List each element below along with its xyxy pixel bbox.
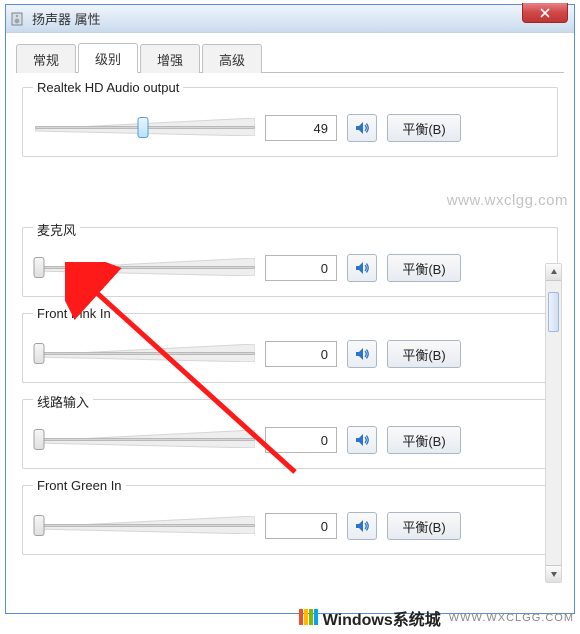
tab-enhancements[interactable]: 增强: [140, 44, 200, 73]
titlebar: 扬声器 属性: [6, 5, 574, 33]
scroll-down-arrow[interactable]: [546, 565, 561, 582]
tab-advanced[interactable]: 高级: [202, 44, 262, 73]
slider-thumb[interactable]: [34, 257, 45, 278]
mute-button[interactable]: [347, 512, 377, 540]
group-legend: Front Pink In: [33, 306, 115, 321]
group-legend: Front Green In: [33, 478, 126, 493]
group-legend: 麦克风: [33, 220, 80, 239]
window: 扬声器 属性 常规 级别 增强 高级 Realtek HD Audio outp…: [5, 4, 575, 614]
slider-thumb[interactable]: [34, 343, 45, 364]
scroll-up-arrow[interactable]: [546, 264, 561, 281]
mute-button[interactable]: [347, 114, 377, 142]
group-line-in: 线路输入 平衡(B): [22, 399, 558, 469]
volume-value[interactable]: [265, 115, 337, 141]
scrollbar-thumb[interactable]: [548, 292, 559, 332]
mute-button[interactable]: [347, 254, 377, 282]
group-realtek-output: Realtek HD Audio output 平衡(B): [22, 87, 558, 157]
group-legend: 线路输入: [33, 392, 93, 411]
levels-panel: Realtek HD Audio output 平衡(B): [6, 73, 574, 569]
volume-value[interactable]: [265, 427, 337, 453]
volume-value[interactable]: [265, 341, 337, 367]
volume-slider[interactable]: [35, 114, 255, 142]
scroll-area: Realtek HD Audio output 平衡(B): [22, 87, 558, 555]
volume-slider[interactable]: [35, 340, 255, 368]
slider-thumb[interactable]: [34, 515, 45, 536]
balance-button[interactable]: 平衡(B): [387, 254, 461, 282]
tab-general[interactable]: 常规: [16, 44, 76, 73]
close-button[interactable]: [522, 3, 568, 23]
volume-value[interactable]: [265, 255, 337, 281]
tab-levels[interactable]: 级别: [78, 43, 138, 73]
volume-slider[interactable]: [35, 254, 255, 282]
group-front-pink-in: Front Pink In 平衡(B): [22, 313, 558, 383]
mute-button[interactable]: [347, 426, 377, 454]
volume-value[interactable]: [265, 513, 337, 539]
group-microphone: 麦克风 平衡(B): [22, 227, 558, 297]
volume-slider[interactable]: [35, 512, 255, 540]
volume-slider[interactable]: [35, 426, 255, 454]
speaker-icon: [10, 11, 26, 27]
balance-button[interactable]: 平衡(B): [387, 340, 461, 368]
mute-button[interactable]: [347, 340, 377, 368]
tab-strip: 常规 级别 增强 高级: [16, 43, 564, 73]
group-legend: Realtek HD Audio output: [33, 80, 183, 95]
group-front-green-in: Front Green In 平衡(B): [22, 485, 558, 555]
balance-button[interactable]: 平衡(B): [387, 114, 461, 142]
slider-thumb[interactable]: [137, 117, 148, 138]
window-title: 扬声器 属性: [32, 9, 101, 28]
balance-button[interactable]: 平衡(B): [387, 512, 461, 540]
slider-thumb[interactable]: [34, 429, 45, 450]
balance-button[interactable]: 平衡(B): [387, 426, 461, 454]
vertical-scrollbar[interactable]: [545, 263, 562, 583]
